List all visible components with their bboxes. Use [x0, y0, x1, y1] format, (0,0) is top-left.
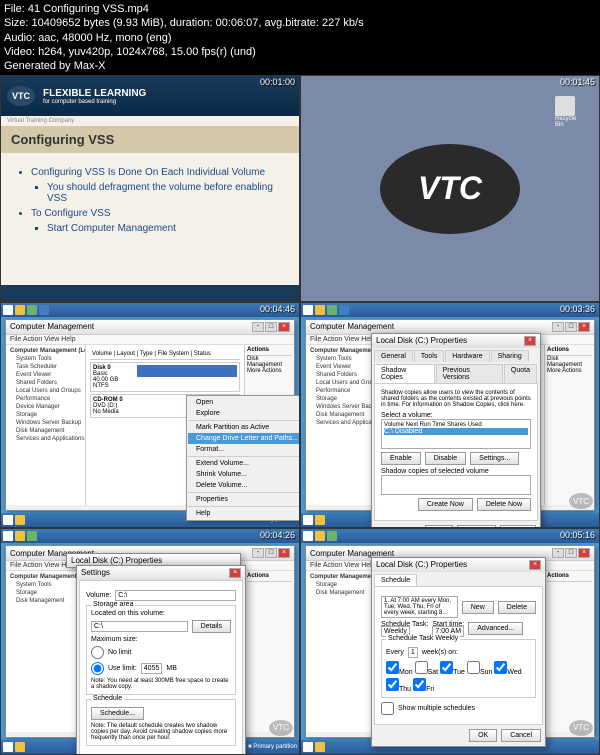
- settings-dialog: Settings× Volume:C:\ Storage area Locate…: [76, 565, 246, 755]
- timestamp: 00:05:16: [560, 530, 595, 540]
- ctx-extend[interactable]: Extend Volume...: [188, 458, 300, 469]
- cancel-button[interactable]: Cancel: [501, 729, 541, 742]
- disk-management-view[interactable]: Volume | Layout | Type | File System | S…: [86, 345, 244, 506]
- schedule-button[interactable]: Schedule...: [91, 707, 144, 720]
- advanced-button[interactable]: Advanced...: [468, 622, 523, 635]
- limit-input[interactable]: 4055: [141, 663, 163, 674]
- details-button[interactable]: Details: [192, 620, 231, 633]
- disable-button[interactable]: Disable: [425, 452, 466, 465]
- close-button[interactable]: ×: [229, 568, 241, 578]
- context-menu: Open Explore Mark Partition as Active Ch…: [186, 395, 300, 521]
- ctx-help[interactable]: Help: [188, 508, 300, 519]
- ctx-delete[interactable]: Delete Volume...: [188, 480, 300, 491]
- uselimit-radio[interactable]: [91, 662, 104, 675]
- maximize-button[interactable]: □: [265, 322, 277, 332]
- ctx-mark[interactable]: Mark Partition as Active: [188, 422, 300, 433]
- tab-tools[interactable]: Tools: [414, 350, 444, 362]
- sun-checkbox[interactable]: [467, 661, 480, 674]
- audio-info: aac, 48000 Hz, mono (eng): [38, 32, 171, 44]
- tab-schedule[interactable]: Schedule: [374, 574, 417, 586]
- tab-quota[interactable]: Quota: [504, 364, 537, 383]
- vtc-logo-icon: VTC: [7, 86, 35, 106]
- generated-by: Generated by Max-X: [4, 59, 596, 73]
- volume-list[interactable]: Volume Next Run Time Shares Used C:\ Dis…: [381, 419, 531, 449]
- new-button[interactable]: New: [462, 601, 494, 614]
- timestamp: 00:01:00: [260, 77, 295, 87]
- dialog-title: Local Disk (C:) Properties: [376, 560, 467, 570]
- location-select[interactable]: C:\: [91, 621, 188, 632]
- enable-button[interactable]: Enable: [381, 452, 421, 465]
- wed-checkbox[interactable]: [494, 661, 507, 674]
- multiple-checkbox[interactable]: [381, 702, 394, 715]
- fri-checkbox[interactable]: [413, 678, 426, 691]
- tree-view[interactable]: Computer Management (Local) System Tools…: [6, 345, 86, 506]
- vtc-logo-large: VTC: [380, 144, 520, 234]
- tab-previous[interactable]: Previous Versions: [436, 364, 503, 383]
- ctx-open[interactable]: Open: [188, 397, 300, 408]
- recycle-bin-icon[interactable]: Recycle Bin: [555, 96, 579, 126]
- dialog-title: Settings: [81, 568, 110, 578]
- menu-bar[interactable]: File Action View Help: [6, 335, 294, 345]
- close-button[interactable]: ×: [524, 336, 536, 346]
- schedule-dialog: Local Disk (C:) Properties × Schedule 1. …: [371, 557, 546, 747]
- window-title: Computer Management: [10, 322, 94, 331]
- timestamp: 00:04:46: [260, 304, 295, 314]
- file-name: 41 Configuring VSS.mp4: [28, 3, 149, 15]
- tab-general[interactable]: General: [374, 350, 413, 362]
- sat-checkbox[interactable]: [415, 661, 428, 674]
- minimize-button[interactable]: -: [252, 322, 264, 332]
- mon-checkbox[interactable]: [386, 661, 399, 674]
- media-info: File: 41 Configuring VSS.mp4 Size: 10409…: [0, 0, 600, 75]
- timestamp: 00:01:45: [560, 77, 595, 87]
- timestamp: 00:03:36: [560, 304, 595, 314]
- settings-button[interactable]: Settings...: [470, 452, 519, 465]
- tue-checkbox[interactable]: [440, 661, 453, 674]
- tab-sharing[interactable]: Sharing: [491, 350, 529, 362]
- tab-hardware[interactable]: Hardware: [445, 350, 489, 362]
- timestamp: 00:04:26: [260, 530, 295, 540]
- folder-icon[interactable]: [15, 305, 25, 315]
- video-info: h264, yuv420p, 1024x768, 15.00 fps(r) (u…: [38, 46, 256, 58]
- weeks-input[interactable]: 1: [408, 647, 418, 658]
- computer-management-window: Computer Management - □ × File Action Vi…: [5, 319, 295, 512]
- app-icon[interactable]: [39, 305, 49, 315]
- schedule-select[interactable]: 1. At 7:00 AM every Mon, Tue, Wed, Thu, …: [381, 596, 458, 618]
- desktop-background: VTC Recycle Bin: [301, 76, 599, 301]
- file-size: 10409652 bytes (9.93 MiB), duration: 00:…: [32, 17, 364, 29]
- tab-shadow-copies[interactable]: Shadow Copies: [374, 364, 435, 383]
- slide-title: Configuring VSS: [1, 126, 299, 153]
- delete-now-button[interactable]: Delete Now: [477, 498, 531, 511]
- volume-field: C:\: [115, 590, 236, 601]
- dialog-title: Local Disk (C:) Properties: [376, 336, 467, 346]
- presentation-slide: VTC FLEXIBLE LEARNING for computer based…: [1, 76, 299, 301]
- taskbar[interactable]: [1, 303, 299, 317]
- ctx-explore[interactable]: Explore: [188, 408, 300, 419]
- close-button[interactable]: ×: [278, 322, 290, 332]
- close-button[interactable]: ×: [529, 560, 541, 570]
- ok-button[interactable]: OK: [469, 729, 497, 742]
- properties-dialog: Local Disk (C:) Properties × General Tool…: [371, 333, 541, 529]
- nolimit-radio[interactable]: [91, 646, 104, 659]
- ctx-properties[interactable]: Properties: [188, 494, 300, 505]
- ctx-change-drive[interactable]: Change Drive Letter and Paths...: [188, 433, 300, 444]
- create-now-button[interactable]: Create Now: [418, 498, 473, 511]
- thu-checkbox[interactable]: [386, 678, 399, 691]
- ctx-shrink[interactable]: Shrink Volume...: [188, 469, 300, 480]
- ctx-format[interactable]: Format...: [188, 444, 300, 455]
- delete-button[interactable]: Delete: [498, 601, 536, 614]
- start-icon[interactable]: [3, 305, 13, 315]
- app-icon[interactable]: [27, 305, 37, 315]
